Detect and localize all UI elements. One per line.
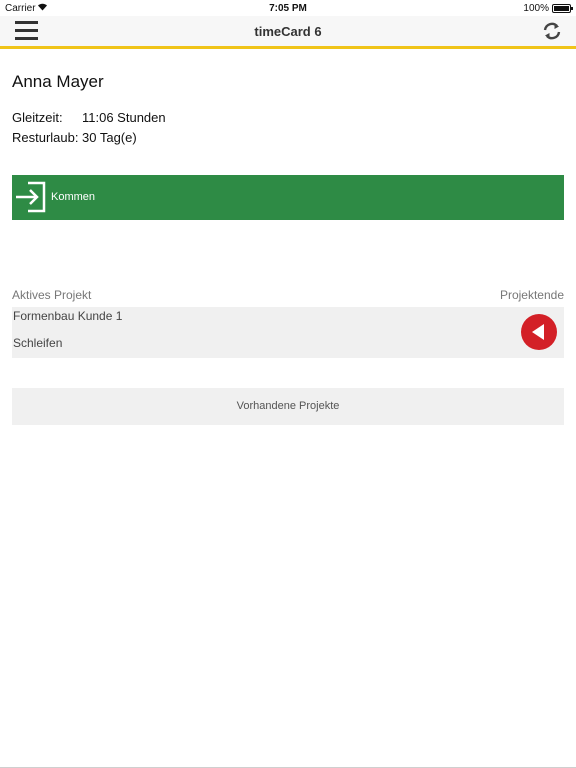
kommen-label: Kommen: [51, 191, 96, 203]
vacation-label: Resturlaub:: [12, 130, 79, 145]
battery-icon: [552, 4, 573, 13]
flextime-value: 11:06 Stunden: [82, 110, 166, 125]
flextime-label: Gleitzeit:: [12, 110, 63, 125]
existing-projects-button[interactable]: Vorhandene Projekte: [12, 388, 564, 425]
vacation-row: Resturlaub: 30 Tag(e): [12, 130, 137, 145]
project-end-label: Projektende: [499, 288, 564, 302]
stop-back-icon[interactable]: [521, 314, 557, 350]
app-title: timeCard 6: [254, 24, 322, 39]
status-time: 7:05 PM: [269, 3, 307, 14]
navigation-bar: timeCard 6: [0, 16, 576, 46]
vacation-value: 30 Tag(e): [82, 130, 137, 145]
flextime-row: Gleitzeit: 11:06 Stunden: [12, 110, 166, 125]
project-name: Formenbau Kunde 1: [13, 309, 123, 323]
active-project-panel: Formenbau Kunde 1 Schleifen: [12, 307, 564, 358]
user-name: Anna Mayer: [12, 72, 104, 91]
status-bar: Carrier 7:05 PM 100%: [0, 0, 576, 16]
project-task: Schleifen: [13, 336, 63, 350]
active-project-label: Aktives Projekt: [12, 288, 92, 302]
kommen-button[interactable]: Kommen: [12, 175, 564, 220]
refresh-icon[interactable]: [542, 21, 562, 41]
login-icon: [16, 181, 46, 213]
battery-percentage: 100%: [523, 3, 549, 14]
nav-accent-line: [0, 46, 576, 49]
